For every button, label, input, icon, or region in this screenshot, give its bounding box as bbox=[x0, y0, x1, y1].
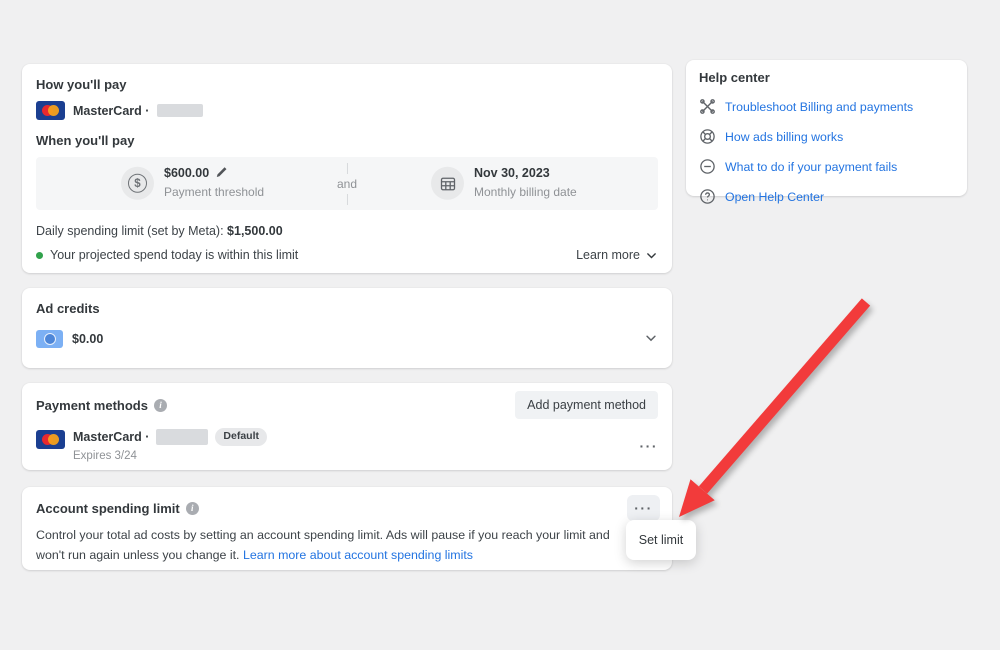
help-link-troubleshoot[interactable]: Troubleshoot Billing and payments bbox=[699, 98, 954, 115]
billing-summary-card: How you'll pay MasterCard · When you'll … bbox=[22, 64, 672, 273]
chevron-down-icon bbox=[644, 331, 658, 345]
payment-methods-card: Payment methods i Add payment method Mas… bbox=[22, 383, 672, 470]
help-center-title: Help center bbox=[699, 70, 954, 85]
question-circle-icon bbox=[699, 188, 716, 205]
credits-expand-chevron[interactable] bbox=[644, 331, 658, 348]
edit-pencil-icon[interactable] bbox=[215, 166, 228, 179]
redacted-card-number bbox=[157, 104, 203, 117]
help-link-open-help-center[interactable]: Open Help Center bbox=[699, 188, 954, 205]
info-icon[interactable]: i bbox=[154, 399, 167, 412]
card-brand-label: MasterCard · bbox=[73, 104, 149, 118]
set-limit-menu-item[interactable]: Set limit bbox=[626, 520, 696, 560]
mastercard-icon bbox=[36, 101, 65, 120]
mastercard-icon bbox=[36, 430, 65, 449]
threshold-label: Payment threshold bbox=[164, 185, 264, 199]
lifebuoy-icon bbox=[699, 128, 716, 145]
add-payment-method-button[interactable]: Add payment method bbox=[515, 391, 658, 419]
spending-limits-link[interactable]: Learn more about account spending limits bbox=[243, 548, 473, 562]
ad-credits-title: Ad credits bbox=[36, 301, 658, 316]
calendar-icon bbox=[431, 167, 464, 200]
redacted-card-number bbox=[156, 429, 208, 445]
card-expiry: Expires 3/24 bbox=[73, 449, 267, 464]
payment-card-row: MasterCard · bbox=[36, 101, 658, 120]
default-badge: Default bbox=[215, 428, 267, 446]
billing-date-group: Nov 30, 2023 Monthly billing date bbox=[431, 164, 577, 202]
daily-limit-value: $1,500.00 bbox=[227, 224, 283, 238]
account-spending-limit-title: Account spending limit bbox=[36, 501, 180, 516]
projected-spend-text: Your projected spend today is within thi… bbox=[50, 248, 298, 262]
when-youll-pay-title: When you'll pay bbox=[36, 133, 658, 148]
ad-credit-icon bbox=[36, 330, 63, 348]
payment-schedule-strip: $ $600.00 Payment threshold and bbox=[36, 157, 658, 210]
spending-limit-description: Control your total ad costs by setting a… bbox=[36, 526, 636, 566]
info-icon[interactable]: i bbox=[186, 502, 199, 515]
payment-threshold-group: $ $600.00 Payment threshold bbox=[121, 164, 264, 202]
card-brand-label: MasterCard · bbox=[73, 429, 149, 445]
chevron-down-icon bbox=[645, 249, 658, 262]
payment-method-row: MasterCard · Default Expires 3/24 ··· bbox=[36, 428, 658, 464]
more-options-icon[interactable]: ··· bbox=[640, 439, 659, 453]
minus-circle-icon bbox=[699, 158, 716, 175]
learn-more-toggle[interactable]: Learn more bbox=[576, 248, 658, 262]
and-separator: and bbox=[337, 157, 357, 210]
help-link-payment-fails[interactable]: What to do if your payment fails bbox=[699, 158, 954, 175]
help-link-billing-works[interactable]: How ads billing works bbox=[699, 128, 954, 145]
dollar-circle-icon: $ bbox=[121, 167, 154, 200]
ad-credits-amount: $0.00 bbox=[72, 332, 103, 346]
daily-spending-limit-line: Daily spending limit (set by Meta): $1,5… bbox=[36, 224, 658, 238]
more-options-icon: ··· bbox=[634, 501, 653, 515]
status-green-dot bbox=[36, 252, 43, 259]
account-spending-limit-card: Account spending limit i ··· Control you… bbox=[22, 487, 672, 570]
tools-icon bbox=[699, 98, 716, 115]
help-center-card: Help center Troubleshoot Billing and pay… bbox=[686, 60, 967, 196]
payment-methods-title: Payment methods bbox=[36, 398, 148, 413]
ad-credits-card: Ad credits $0.00 bbox=[22, 288, 672, 368]
billing-date-label: Monthly billing date bbox=[474, 185, 577, 199]
billing-date: Nov 30, 2023 bbox=[474, 164, 550, 181]
spending-limit-menu-button[interactable]: ··· bbox=[627, 495, 660, 521]
how-youll-pay-title: How you'll pay bbox=[36, 77, 658, 92]
threshold-amount: $600.00 bbox=[164, 164, 209, 181]
